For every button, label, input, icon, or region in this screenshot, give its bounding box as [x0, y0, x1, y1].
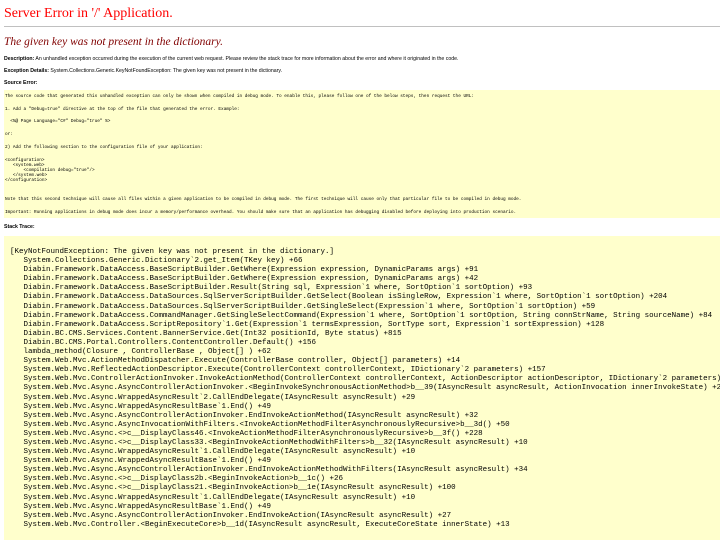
source-error-step1: 1. Add a "Debug=true" directive at the t… [5, 107, 240, 112]
exception-details-label: Exception Details: [4, 68, 49, 74]
stack-trace-frame: System.Web.Mvc.Async.<>c__DisplayClass21… [10, 484, 456, 493]
description-line: Description: An unhandled exception occu… [4, 56, 458, 62]
source-error-label: Source Error: [4, 80, 38, 86]
stack-trace-frame: Diabin.Framework.DataAccess.BaseScriptBu… [10, 266, 479, 275]
stack-trace-frame: Diabin.BC.CMS.Services.Content.BannerSer… [10, 329, 402, 338]
source-error-directive: <%@ Page Language="C#" Debug="true" %> [5, 119, 111, 124]
stack-trace-frame: lambda_method(Closure , ControllerBase ,… [10, 348, 272, 357]
stack-trace-frame: Diabin.BC.CMS.Portal.Controllers.Content… [10, 338, 317, 347]
stack-trace-frame: System.Collections.Generic.Dictionary`2.… [10, 257, 303, 266]
stack-trace-heading: Stack Trace: [4, 224, 35, 230]
stack-trace-frame: System.Web.Mvc.Async.WrappedAsyncResult`… [10, 448, 416, 457]
stack-trace-frame: System.Web.Mvc.Async.WrappedAsyncResult`… [10, 393, 416, 402]
error-message-heading: The given key was not present in the dic… [4, 36, 223, 48]
source-error-note: Note that this second technique will cau… [5, 197, 522, 202]
source-error-important: Important: Running applications in debug… [5, 210, 517, 215]
stack-trace-frame: System.Web.Mvc.Async.WrappedAsyncResultB… [10, 402, 272, 411]
stack-trace-frame: System.Web.Mvc.Async.<>c__DisplayClass2b… [10, 475, 344, 484]
description-text: An unhandled exception occurred during t… [34, 56, 459, 62]
stack-trace-frame: System.Web.Mvc.Async.AsyncControllerActi… [10, 511, 452, 520]
source-error-config-block: <configuration> <system.web> <compilatio… [5, 158, 95, 183]
stack-trace-frame: Diabin.Framework.DataAccess.ScriptReposi… [10, 320, 605, 329]
stack-trace-exception-line: [KeyNotFoundException: The given key was… [10, 248, 335, 256]
stack-trace-frame: Diabin.Framework.DataAccess.BaseScriptBu… [10, 275, 479, 284]
stack-trace-box: [KeyNotFoundException: The given key was… [4, 236, 720, 540]
source-error-step2: 2) Add the following section to the conf… [5, 145, 203, 150]
stack-trace-frame: Diabin.Framework.DataAccess.CommandManag… [10, 311, 713, 320]
stack-trace-frame: Diabin.Framework.DataAccess.DataSources.… [10, 302, 596, 311]
stack-trace-frame: System.Web.Mvc.ControllerActionInvoker.I… [10, 375, 720, 384]
exception-details-line: Exception Details: System.Collections.Ge… [4, 68, 282, 74]
stack-trace-frame: Diabin.Framework.DataAccess.BaseScriptBu… [10, 284, 533, 293]
stack-trace-frame: System.Web.Mvc.Async.<>c__DisplayClass33… [10, 438, 528, 447]
source-error-intro: The source code that generated this unha… [5, 94, 474, 99]
stack-trace-frame: System.Web.Mvc.Async.<>c__DisplayClass46… [10, 429, 483, 438]
stack-trace-frame: System.Web.Mvc.Async.AsyncInvocationWith… [10, 420, 510, 429]
stack-trace-frame: System.Web.Mvc.Async.WrappedAsyncResultB… [10, 502, 272, 511]
stack-trace-label: Stack Trace: [4, 224, 35, 230]
stack-trace-frame: System.Web.Mvc.ActionMethodDispatcher.Ex… [10, 357, 461, 366]
title-divider [4, 26, 720, 27]
stack-trace-frame: System.Web.Mvc.ReflectedActionDescriptor… [10, 366, 546, 375]
stack-trace-frame: System.Web.Mvc.Async.AsyncControllerActi… [10, 384, 720, 393]
stack-trace-frame: System.Web.Mvc.Controller.<BeginExecuteC… [10, 520, 510, 529]
source-error-heading: Source Error: [4, 80, 37, 86]
stack-trace-frame: System.Web.Mvc.Async.WrappedAsyncResultB… [10, 457, 272, 466]
stack-trace-text: [KeyNotFoundException: The given key was… [10, 248, 720, 530]
stack-trace-frame: System.Web.Mvc.Async.AsyncControllerActi… [10, 466, 528, 475]
source-error-box: The source code that generated this unha… [4, 90, 720, 218]
source-error-or: or: [5, 132, 13, 137]
page-title: Server Error in '/' Application. [4, 6, 173, 21]
stack-trace-frame: System.Web.Mvc.Async.AsyncControllerActi… [10, 411, 479, 420]
description-label: Description: [4, 56, 35, 62]
exception-details-text: System.Collections.Generic.KeyNotFoundEx… [48, 68, 283, 74]
stack-trace-frame: Diabin.Framework.DataAccess.DataSources.… [10, 293, 668, 302]
stack-trace-frame: System.Web.Mvc.Async.WrappedAsyncResult`… [10, 493, 416, 502]
